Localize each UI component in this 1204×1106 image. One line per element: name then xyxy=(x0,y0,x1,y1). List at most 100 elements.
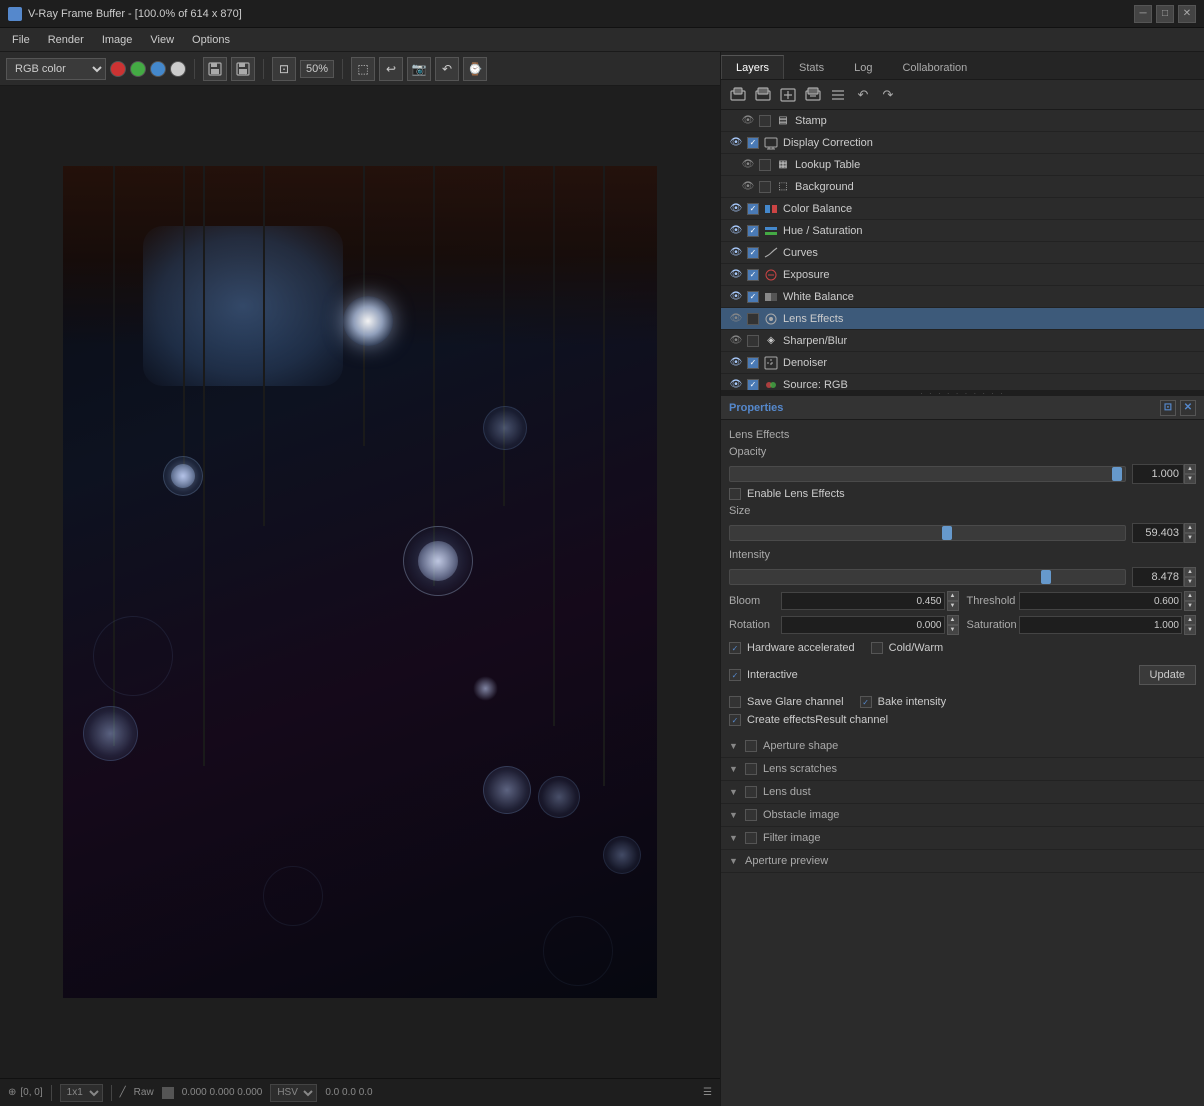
layer-check-exp[interactable]: ✓ xyxy=(747,269,759,281)
thresh-up[interactable]: ▲ xyxy=(1184,591,1196,601)
layer-check-bg[interactable] xyxy=(759,181,771,193)
menu-options[interactable]: Options xyxy=(184,32,238,48)
tab-collaboration[interactable]: Collaboration xyxy=(887,55,982,79)
green-channel-dot[interactable] xyxy=(130,61,146,77)
layer-check-lens[interactable] xyxy=(747,313,759,325)
opacity-spin-down[interactable]: ▼ xyxy=(1184,474,1196,484)
menu-image[interactable]: Image xyxy=(94,32,141,48)
bloom-up[interactable]: ▲ xyxy=(947,591,959,601)
obstacle-image-header[interactable]: ▼ Obstacle image xyxy=(721,804,1204,826)
opacity-spin-up[interactable]: ▲ xyxy=(1184,464,1196,474)
intensity-value[interactable]: 8.478 xyxy=(1132,567,1184,587)
camera-button[interactable]: 📷 xyxy=(407,57,431,81)
intensity-spin-arrows[interactable]: ▲ ▼ xyxy=(1184,567,1196,587)
minimize-button[interactable]: ─ xyxy=(1134,5,1152,23)
maximize-button[interactable]: □ xyxy=(1156,5,1174,23)
aperture-shape-check[interactable] xyxy=(745,740,757,752)
layer-check-lookup[interactable] xyxy=(759,159,771,171)
intensity-thumb[interactable] xyxy=(1041,570,1051,584)
update-button[interactable]: Update xyxy=(1139,665,1196,685)
aperture-preview-header[interactable]: ▼ Aperture preview xyxy=(721,850,1204,872)
history-forward-button[interactable]: ⌚ xyxy=(463,57,487,81)
layer-color-balance[interactable]: 👁 ✓ Color Balance xyxy=(721,198,1204,220)
rotation-input[interactable] xyxy=(781,616,945,634)
layer-denoiser[interactable]: 👁 ✓ Denoiser xyxy=(721,352,1204,374)
add-layer-btn[interactable] xyxy=(727,84,749,106)
save-as-button[interactable]: + xyxy=(231,57,255,81)
intensity-slider[interactable] xyxy=(729,569,1126,585)
layer-check-denoiser[interactable]: ✓ xyxy=(747,357,759,369)
history-back-button[interactable]: ↶ xyxy=(435,57,459,81)
layer-eye-exp[interactable]: 👁 xyxy=(729,268,743,282)
bloom-arrows[interactable]: ▲ ▼ xyxy=(947,591,959,611)
rot-down[interactable]: ▼ xyxy=(947,625,959,635)
layer-check-curves[interactable]: ✓ xyxy=(747,247,759,259)
layer-hue-sat[interactable]: 👁 ✓ Hue / Saturation xyxy=(721,220,1204,242)
layer-check-source[interactable]: ✓ xyxy=(747,379,759,391)
color-space-dropdown[interactable]: HSV xyxy=(270,1084,317,1102)
layer-eye-hs[interactable]: 👁 xyxy=(729,224,743,238)
tab-stats[interactable]: Stats xyxy=(784,55,839,79)
layer-check-hs[interactable]: ✓ xyxy=(747,225,759,237)
hw-accel-checkbox[interactable] xyxy=(729,642,741,654)
lens-scratches-check[interactable] xyxy=(745,763,757,775)
saturation-input[interactable] xyxy=(1019,616,1182,634)
opacity-thumb[interactable] xyxy=(1112,467,1122,481)
zoom-dropdown[interactable]: 1x1 xyxy=(60,1084,103,1102)
bloom-input[interactable] xyxy=(781,592,945,610)
select-tool-button[interactable]: ⊡ xyxy=(272,57,296,81)
props-detach-btn[interactable]: ✕ xyxy=(1180,400,1196,416)
opacity-value[interactable]: 1.000 xyxy=(1132,464,1184,484)
layer-check-display[interactable]: ✓ xyxy=(747,137,759,149)
size-spin-up[interactable]: ▲ xyxy=(1184,523,1196,533)
sat-down[interactable]: ▼ xyxy=(1184,625,1196,635)
bake-intensity-checkbox[interactable] xyxy=(860,696,872,708)
save-button[interactable] xyxy=(203,57,227,81)
props-expand-btn[interactable]: ⊡ xyxy=(1160,400,1176,416)
rotation-arrows[interactable]: ▲ ▼ xyxy=(947,615,959,635)
size-slider[interactable] xyxy=(729,525,1126,541)
thresh-down[interactable]: ▼ xyxy=(1184,601,1196,611)
size-thumb[interactable] xyxy=(942,526,952,540)
redo-btn[interactable]: ↷ xyxy=(877,84,899,106)
add-correction-btn[interactable] xyxy=(752,84,774,106)
aperture-shape-header[interactable]: ▼ Aperture shape xyxy=(721,735,1204,757)
title-bar-controls[interactable]: ─ □ ✕ xyxy=(1134,5,1196,23)
layer-eye-lens[interactable]: 👁 xyxy=(729,312,743,326)
layer-lookup[interactable]: 👁 ▦ Lookup Table xyxy=(721,154,1204,176)
layer-eye-sharpen[interactable]: 👁 xyxy=(729,334,743,348)
layer-lens-effects[interactable]: 👁 Lens Effects xyxy=(721,308,1204,330)
layer-eye-lookup[interactable]: 👁 xyxy=(741,158,755,172)
bloom-down[interactable]: ▼ xyxy=(947,601,959,611)
lens-scratches-header[interactable]: ▼ Lens scratches xyxy=(721,758,1204,780)
layer-eye-bg[interactable]: 👁 xyxy=(741,180,755,194)
list-view-btn[interactable] xyxy=(827,84,849,106)
size-value[interactable]: 59.403 xyxy=(1132,523,1184,543)
lens-dust-header[interactable]: ▼ Lens dust xyxy=(721,781,1204,803)
size-spin-down[interactable]: ▼ xyxy=(1184,533,1196,543)
threshold-input[interactable] xyxy=(1019,592,1183,610)
status-menu-icon[interactable]: ☰ xyxy=(703,1087,712,1098)
layer-sharpen[interactable]: 👁 ◈ Sharpen/Blur xyxy=(721,330,1204,352)
region-button[interactable]: ↩ xyxy=(379,57,403,81)
layer-exposure[interactable]: 👁 ✓ Exposure xyxy=(721,264,1204,286)
tab-log[interactable]: Log xyxy=(839,55,887,79)
layer-background[interactable]: 👁 ⬚ Background xyxy=(721,176,1204,198)
layer-eye-source[interactable]: 👁 xyxy=(729,378,743,391)
obstacle-image-check[interactable] xyxy=(745,809,757,821)
layer-wb[interactable]: 👁 ✓ White Balance xyxy=(721,286,1204,308)
opacity-slider[interactable] xyxy=(729,466,1126,482)
saturation-arrows[interactable]: ▲ ▼ xyxy=(1184,615,1196,635)
frame-button[interactable]: ⬚ xyxy=(351,57,375,81)
layer-curves[interactable]: 👁 ✓ Curves xyxy=(721,242,1204,264)
filter-image-header[interactable]: ▼ Filter image xyxy=(721,827,1204,849)
blue-channel-dot[interactable] xyxy=(150,61,166,77)
enable-lens-checkbox[interactable] xyxy=(729,488,741,500)
opacity-spin-arrows[interactable]: ▲ ▼ xyxy=(1184,464,1196,484)
save-glare-checkbox[interactable] xyxy=(729,696,741,708)
cold-warm-checkbox[interactable] xyxy=(871,642,883,654)
menu-render[interactable]: Render xyxy=(40,32,92,48)
layer-display-correction[interactable]: 👁 ✓ Display Correction xyxy=(721,132,1204,154)
white-channel-dot[interactable] xyxy=(170,61,186,77)
create-effects-checkbox[interactable] xyxy=(729,714,741,726)
